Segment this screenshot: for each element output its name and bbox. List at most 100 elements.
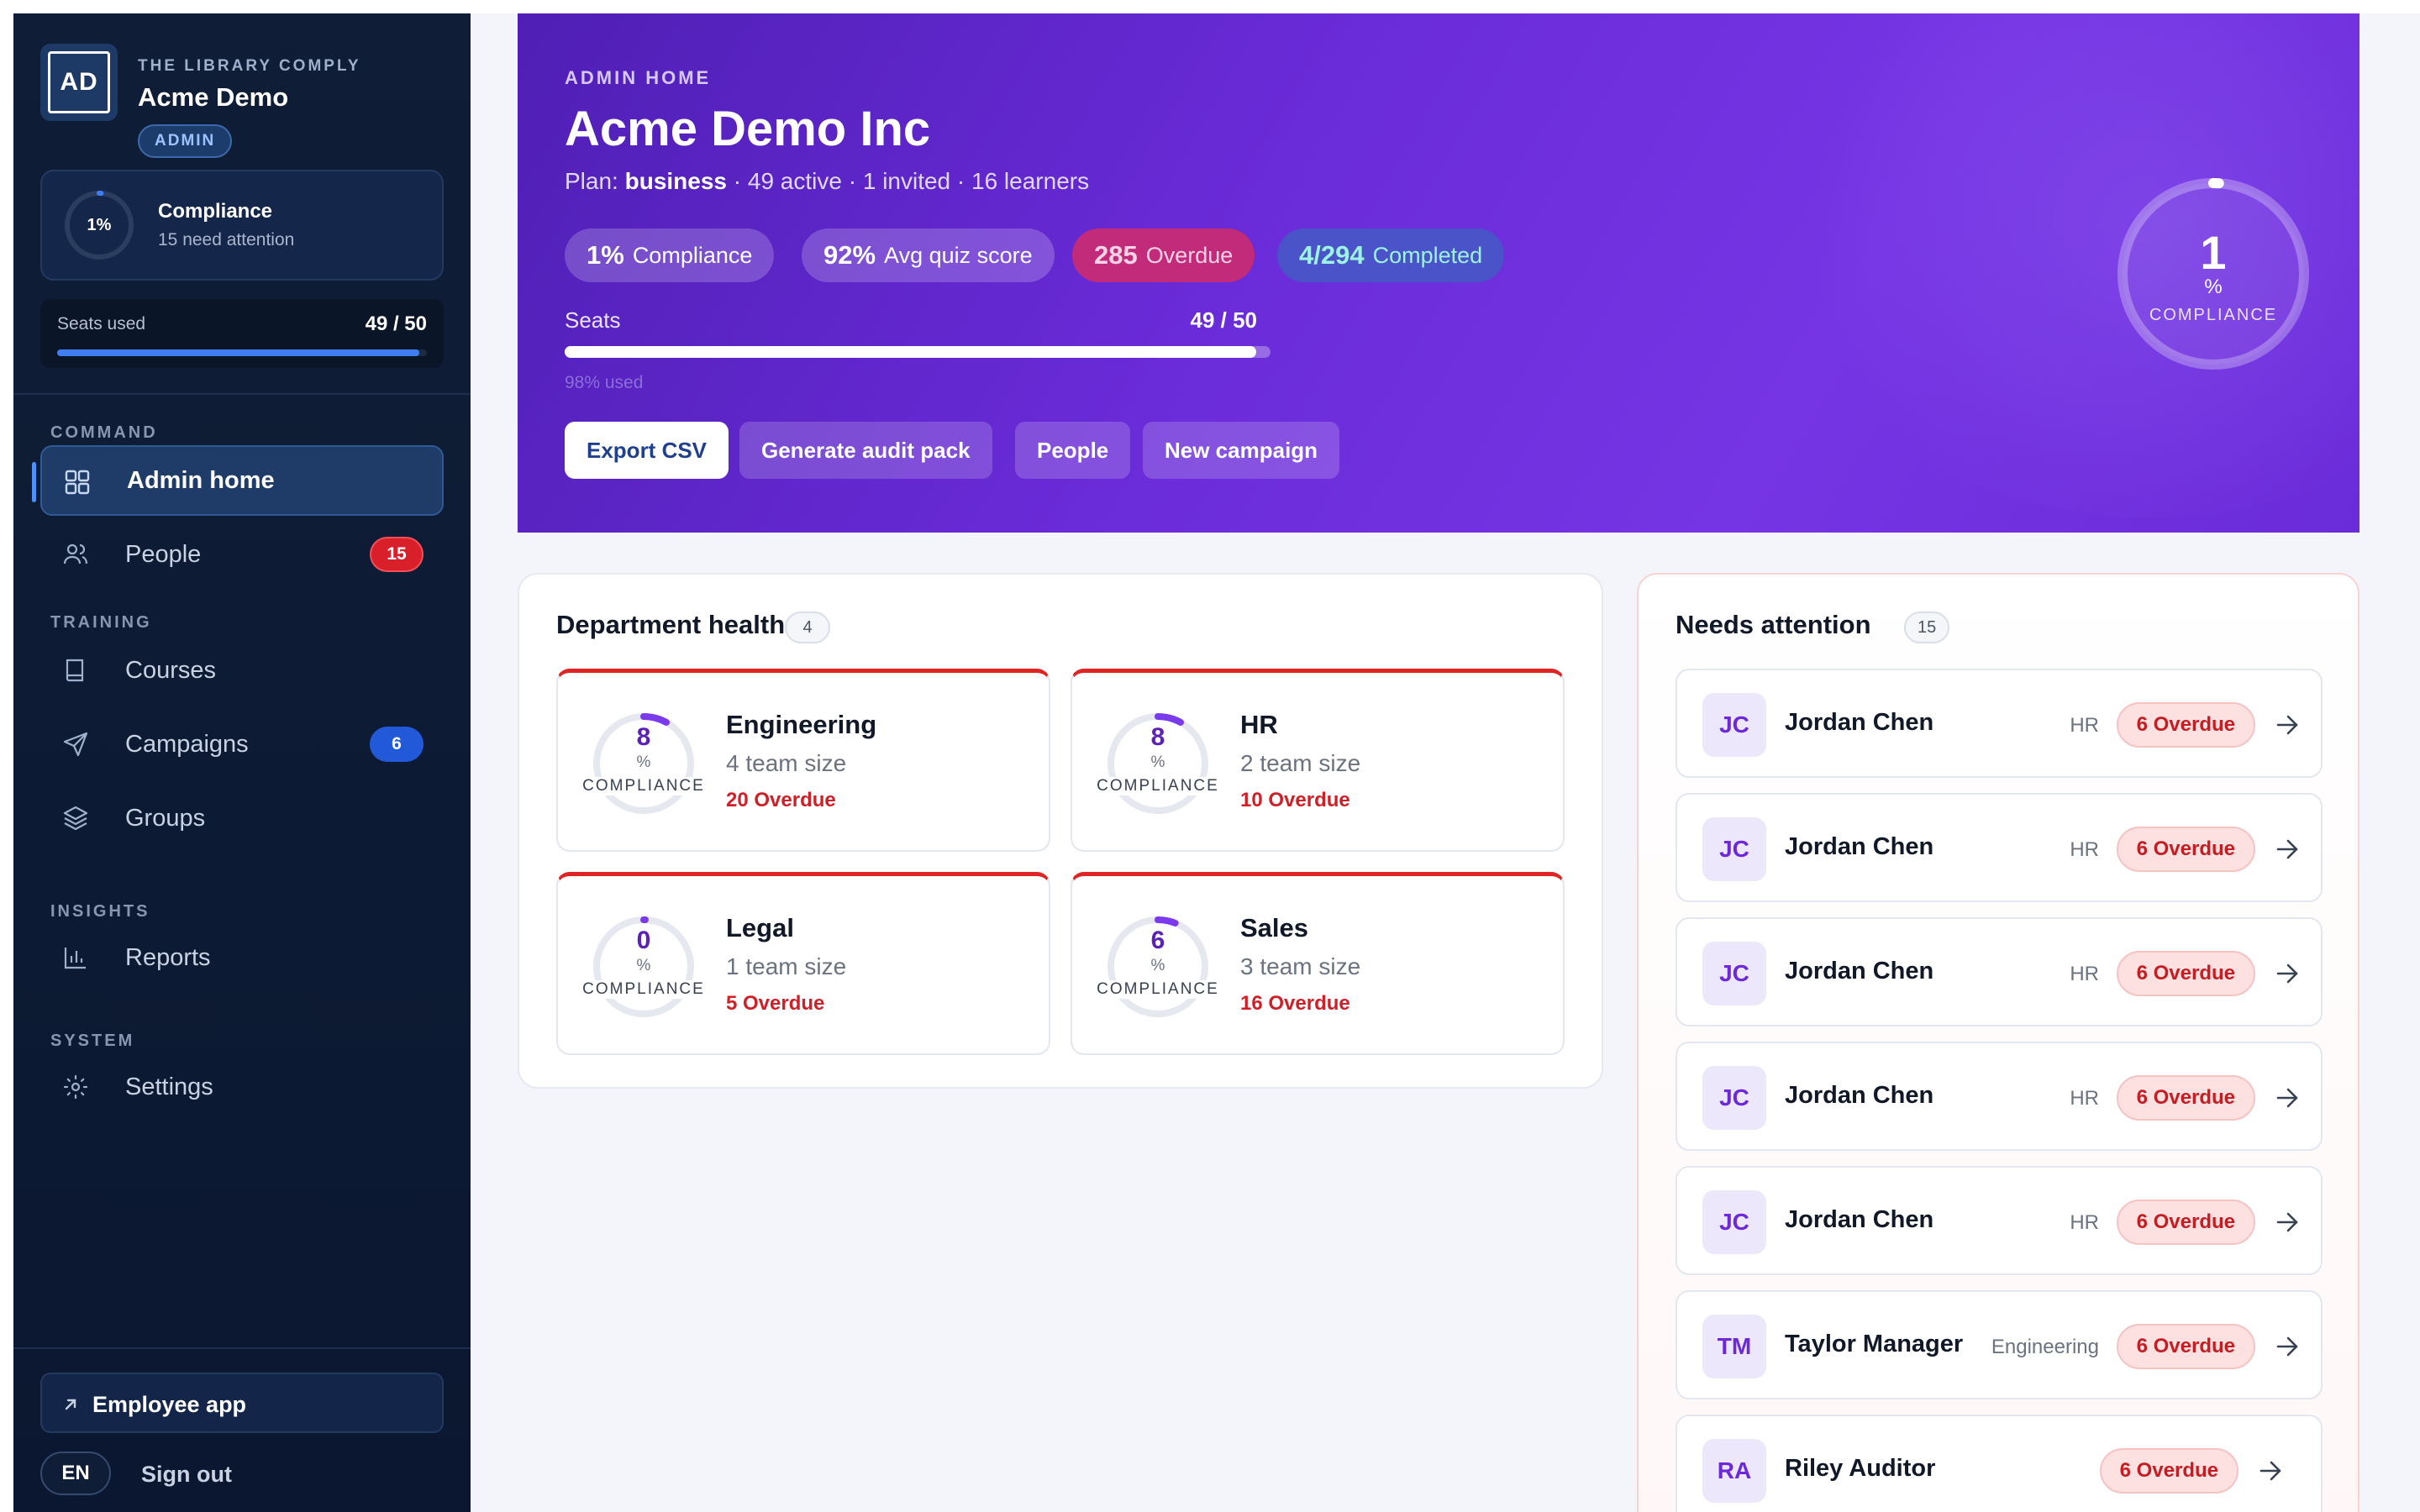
sidebar: AD THE LIBRARY COMPLY Acme Demo ADMIN 1%… xyxy=(13,13,471,1512)
department-size: 2 team size xyxy=(1240,750,1361,776)
person-name: Jordan Chen xyxy=(1785,958,1934,984)
department-size: 1 team size xyxy=(726,953,847,979)
arrow-right-icon[interactable] xyxy=(2275,714,2299,736)
new-campaign-button[interactable]: New campaign xyxy=(1143,422,1340,479)
department-size: 4 team size xyxy=(726,750,847,776)
brand-eyebrow: THE LIBRARY COMPLY xyxy=(138,57,361,75)
nav-item-groups[interactable]: Groups xyxy=(40,783,444,853)
stat-label: Avg quiz score xyxy=(884,242,1033,268)
person-department: HR xyxy=(2070,1211,2099,1234)
bar-chart-icon xyxy=(64,948,86,969)
department-name: HR xyxy=(1240,710,1278,739)
department-tile-sales[interactable]: 6 % COMPLIANCE Sales 3 team size 16 Over… xyxy=(1071,872,1565,1055)
divider xyxy=(13,1347,471,1349)
person-department: HR xyxy=(2070,838,2099,861)
attention-row[interactable]: JC Jordan Chen HR 6 Overdue xyxy=(1676,1042,2323,1151)
brand-block: AD THE LIBRARY COMPLY Acme Demo ADMIN xyxy=(40,44,444,161)
divider xyxy=(13,393,471,395)
sign-out-button[interactable]: Sign out xyxy=(141,1462,232,1488)
stat-pill-overdue: 285 Overdue xyxy=(1072,228,1255,282)
overdue-badge: 6 Overdue xyxy=(2116,1075,2255,1121)
seats-label: Seats xyxy=(565,307,621,333)
section-label-training: TRAINING xyxy=(50,613,152,632)
grid-icon xyxy=(65,470,90,495)
nav-item-reports[interactable]: Reports xyxy=(40,922,444,993)
overdue-badge: 6 Overdue xyxy=(2116,702,2255,748)
person-department: Engineering xyxy=(1991,1336,2099,1358)
department-tile-hr[interactable]: 8 % COMPLIANCE HR 2 team size 10 Overdue xyxy=(1071,669,1565,852)
plan-prefix: Plan: xyxy=(565,168,618,194)
employee-app-label: Employee app xyxy=(92,1392,247,1417)
generate-audit-pack-button[interactable]: Generate audit pack xyxy=(739,422,992,479)
seats-progress-fill xyxy=(565,346,1257,358)
department-overdue: 20 Overdue xyxy=(726,789,836,811)
attention-row[interactable]: JC Jordan Chen HR 6 Overdue xyxy=(1676,793,2323,902)
person-name: Riley Auditor xyxy=(1785,1455,1936,1482)
nav-label: Admin home xyxy=(127,466,275,494)
person-name: Jordan Chen xyxy=(1785,833,1934,860)
language-toggle[interactable]: EN xyxy=(40,1452,111,1495)
needs-attention-card: Needs attention 15 JC Jordan Chen HR 6 O… xyxy=(1637,573,2360,1512)
ring-value: 6 xyxy=(1150,927,1165,954)
gear-icon xyxy=(63,1074,88,1100)
ring-label: COMPLIANCE xyxy=(578,777,709,795)
arrow-right-icon[interactable] xyxy=(2275,838,2299,860)
department-tile-engineering[interactable]: 8 % COMPLIANCE Engineering 4 team size 2… xyxy=(556,669,1050,852)
department-name: Sales xyxy=(1240,913,1309,942)
export-csv-button[interactable]: Export CSV xyxy=(565,422,729,479)
attention-count-badge: 15 xyxy=(1904,612,1950,643)
seats-used-note: 98% used xyxy=(565,373,644,392)
nav-item-settings[interactable]: Settings xyxy=(40,1052,444,1122)
person-name: Jordan Chen xyxy=(1785,1206,1934,1233)
org-name: Acme Demo xyxy=(138,82,289,112)
arrow-right-icon[interactable] xyxy=(2275,1211,2299,1233)
seats-progress-fill xyxy=(57,349,420,356)
nav-item-people[interactable]: People 15 xyxy=(40,519,444,590)
arrow-right-icon[interactable] xyxy=(2275,1336,2299,1357)
avatar: TM xyxy=(1702,1315,1766,1378)
admin-hero-banner: ADMIN HOME Acme Demo Inc Plan: business … xyxy=(518,13,2360,533)
avatar: JC xyxy=(1702,1190,1766,1254)
attention-row[interactable]: RA Riley Auditor 6 Overdue xyxy=(1676,1415,2323,1512)
ring-label: COMPLIANCE xyxy=(1092,980,1223,999)
department-size: 3 team size xyxy=(1240,953,1361,979)
seats-used-value: 49 / 50 xyxy=(365,312,427,335)
needs-attention-title: Needs attention xyxy=(1676,610,1871,639)
seats-progress-track xyxy=(565,346,1270,358)
department-overdue: 16 Overdue xyxy=(1240,992,1350,1015)
section-label-insights: INSIGHTS xyxy=(50,902,150,921)
department-health-card: Department health 4 8 % COMPLIANCE Engin… xyxy=(518,573,1603,1089)
department-name: Engineering xyxy=(726,710,877,739)
active-indicator xyxy=(32,462,36,502)
arrow-right-icon[interactable] xyxy=(2259,1460,2282,1482)
ring-value: 8 xyxy=(1150,723,1165,751)
hero-eyebrow: ADMIN HOME xyxy=(565,67,712,88)
stat-value: 1% xyxy=(587,240,624,270)
attention-row[interactable]: JC Jordan Chen HR 6 Overdue xyxy=(1676,669,2323,778)
page-title: Acme Demo Inc xyxy=(565,102,931,156)
nav-item-admin-home[interactable]: Admin home xyxy=(32,445,444,516)
org-avatar: AD xyxy=(40,44,118,121)
arrow-right-icon[interactable] xyxy=(2275,963,2299,984)
nav-item-campaigns[interactable]: Campaigns 6 xyxy=(40,709,444,780)
role-badge: ADMIN xyxy=(138,124,233,158)
arrow-right-icon[interactable] xyxy=(2275,1087,2299,1109)
avatar: JC xyxy=(1702,1066,1766,1130)
section-label-system: SYSTEM xyxy=(50,1032,135,1050)
stat-pill-completed: 4/294 Completed xyxy=(1277,228,1505,282)
nav-label: Campaigns xyxy=(125,730,249,758)
plan-name: business xyxy=(624,168,727,194)
people-button[interactable]: People xyxy=(1015,422,1131,479)
attention-row[interactable]: JC Jordan Chen HR 6 Overdue xyxy=(1676,1166,2323,1275)
ring-value: 8 xyxy=(636,723,651,751)
attention-row[interactable]: TM Taylor Manager Engineering 6 Overdue xyxy=(1676,1290,2323,1399)
nav-item-courses[interactable]: Courses xyxy=(40,635,444,706)
department-tile-legal[interactable]: 0 % COMPLIANCE Legal 1 team size 5 Overd… xyxy=(556,872,1050,1055)
ring-unit: % xyxy=(636,957,651,974)
external-arrow-icon xyxy=(65,1399,76,1410)
department-count-badge: 4 xyxy=(785,612,830,643)
attention-row[interactable]: JC Jordan Chen HR 6 Overdue xyxy=(1676,917,2323,1026)
overdue-badge: 6 Overdue xyxy=(2099,1448,2238,1494)
employee-app-link[interactable]: Employee app xyxy=(40,1373,444,1433)
seats-used-card: Seats used 49 / 50 xyxy=(40,299,444,368)
